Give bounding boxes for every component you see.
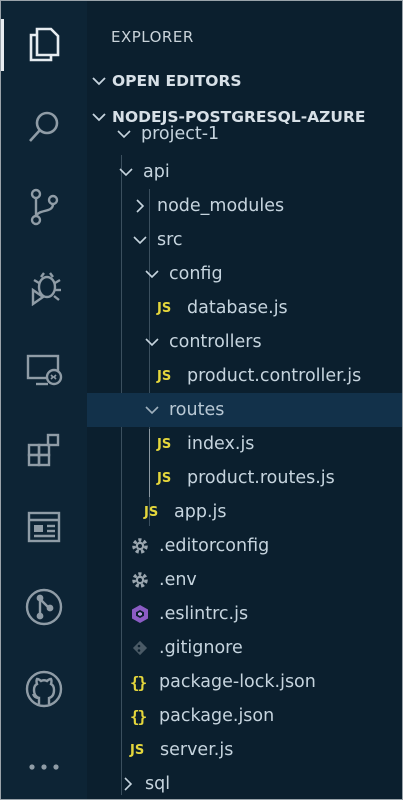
tree-item-label: server.js xyxy=(160,740,234,760)
extensions-activity-button[interactable] xyxy=(1,419,87,481)
github-icon xyxy=(25,670,63,708)
eslint-icon xyxy=(130,604,150,624)
activity-bar xyxy=(1,1,87,799)
tree-item-label: product.controller.js xyxy=(187,366,362,386)
search-icon xyxy=(29,111,59,142)
tree-item-label: controllers xyxy=(169,332,262,352)
json-file-icon: {} xyxy=(130,706,147,726)
debug-activity-button[interactable] xyxy=(1,256,87,318)
tree-item-label: src xyxy=(157,230,183,250)
tree-item-label: api xyxy=(143,162,170,182)
explorer-title: EXPLORER xyxy=(111,28,194,46)
chevron-down-icon xyxy=(145,270,159,279)
chevron-right-icon xyxy=(124,777,133,791)
tree-item-label: .gitignore xyxy=(159,638,243,658)
tree-item-label: config xyxy=(169,264,223,284)
tree-item-env[interactable]: .env xyxy=(87,563,402,597)
tree-item-controllers[interactable]: controllers xyxy=(87,325,402,359)
remote-explorer-icon xyxy=(26,354,63,386)
tree-item-project-1[interactable]: project-1 xyxy=(87,117,402,151)
git-icon xyxy=(130,638,150,658)
chevron-down-icon xyxy=(145,406,159,415)
tree-item-package-lock-json[interactable]: {} package-lock.json xyxy=(87,665,402,699)
tree-item-eslintrc[interactable]: .eslintrc.js xyxy=(87,597,402,631)
js-file-icon: JS xyxy=(130,742,145,758)
tree-item-label: database.js xyxy=(187,298,288,318)
chevron-down-icon xyxy=(119,168,133,177)
tree-item-routes[interactable]: routes xyxy=(87,393,402,427)
tree-item-label: index.js xyxy=(187,434,255,454)
files-icon xyxy=(29,27,60,62)
tree-item-product-controller-js[interactable]: JS product.controller.js xyxy=(87,359,402,393)
chevron-down-icon xyxy=(117,130,131,139)
open-editors-section-header[interactable]: OPEN EDITORS xyxy=(87,69,402,93)
js-file-icon: JS xyxy=(144,504,159,520)
git-graph-icon xyxy=(25,588,63,626)
vscode-window: EXPLORER OPEN EDITORS NODEJS-POSTGRESQL-… xyxy=(0,0,403,800)
chevron-down-icon xyxy=(145,338,159,347)
tree-item-app-js[interactable]: JS app.js xyxy=(87,495,402,529)
source-control-activity-button[interactable] xyxy=(1,176,87,238)
gear-icon xyxy=(130,536,150,556)
tree-item-node-modules[interactable]: node_modules xyxy=(87,189,402,223)
tree-item-label: app.js xyxy=(174,502,227,522)
github-activity-button[interactable] xyxy=(1,658,87,720)
preview-icon xyxy=(27,511,61,543)
tree-item-api[interactable]: api xyxy=(87,155,402,189)
tree-item-product-routes-js[interactable]: JS product.routes.js xyxy=(87,461,402,495)
extensions-icon xyxy=(27,433,60,467)
more-icon xyxy=(29,764,59,770)
source-control-icon xyxy=(30,188,59,226)
debug-icon xyxy=(31,272,61,306)
tree-item-label: .editorconfig xyxy=(159,536,270,556)
json-file-icon: {} xyxy=(130,672,147,692)
explorer-activity-button[interactable] xyxy=(1,13,87,75)
tree-item-label: .env xyxy=(159,570,197,590)
js-file-icon: JS xyxy=(157,436,172,452)
tree-item-database-js[interactable]: JS database.js xyxy=(87,291,402,325)
tree-item-sql[interactable]: sql xyxy=(87,767,402,799)
chevron-right-icon xyxy=(92,77,106,86)
tree-item-label: node_modules xyxy=(157,196,285,216)
tree-item-label: routes xyxy=(169,400,225,420)
chevron-down-icon xyxy=(133,236,147,245)
js-file-icon: JS xyxy=(157,470,172,486)
tree-item-label: product.routes.js xyxy=(187,468,335,488)
open-editors-label: OPEN EDITORS xyxy=(112,72,242,90)
search-activity-button[interactable] xyxy=(1,96,87,158)
tree-item-label: package-lock.json xyxy=(159,672,316,692)
preview-activity-button[interactable] xyxy=(1,496,87,558)
tree-item-gitignore[interactable]: .gitignore xyxy=(87,631,402,665)
tree-item-label: package.json xyxy=(159,706,275,726)
tree-item-label: .eslintrc.js xyxy=(159,604,249,624)
js-file-icon: JS xyxy=(157,300,172,316)
gear-icon xyxy=(130,570,150,590)
tree-item-editorconfig[interactable]: .editorconfig xyxy=(87,529,402,563)
tree-item-package-json[interactable]: {} package.json xyxy=(87,699,402,733)
explorer-sidebar: EXPLORER OPEN EDITORS NODEJS-POSTGRESQL-… xyxy=(87,1,402,799)
tree-item-label: project-1 xyxy=(141,124,220,144)
tree-item-label: sql xyxy=(145,774,171,794)
tree-item-config[interactable]: config xyxy=(87,257,402,291)
tree-item-src[interactable]: src xyxy=(87,223,402,257)
remote-explorer-activity-button[interactable] xyxy=(1,339,87,401)
more-activity-button[interactable] xyxy=(1,736,87,798)
tree-item-server-js[interactable]: JS server.js xyxy=(87,733,402,767)
js-file-icon: JS xyxy=(157,368,172,384)
git-graph-activity-button[interactable] xyxy=(1,576,87,638)
chevron-right-icon xyxy=(136,199,145,213)
tree-item-index-js[interactable]: JS index.js xyxy=(87,427,402,461)
